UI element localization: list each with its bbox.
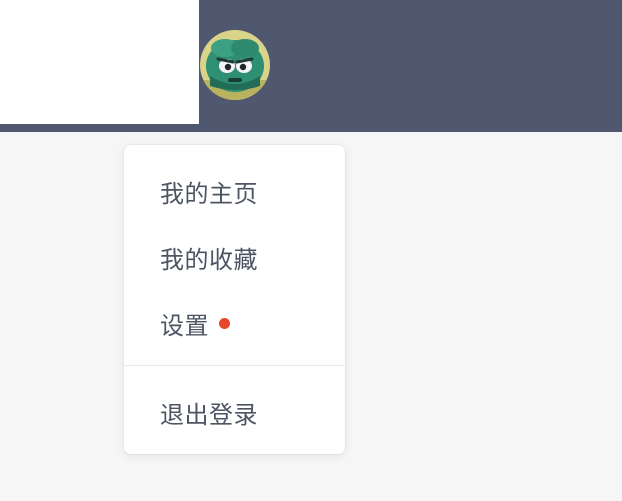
logout-label: 退出登录	[160, 400, 258, 429]
menu-item-my-home[interactable]: 我的主页	[124, 169, 345, 213]
user-dropdown-menu: 我的主页 我的收藏 设置 退出登录	[124, 145, 345, 454]
header-left-panel	[0, 0, 199, 124]
menu-item-label: 设置	[160, 311, 209, 340]
menu-item-label: 我的主页	[160, 179, 258, 208]
notification-dot-icon	[219, 317, 230, 329]
menu-divider	[124, 365, 345, 366]
menu-item-settings[interactable]: 设置	[124, 301, 345, 345]
menu-item-label: 我的收藏	[160, 245, 258, 274]
user-avatar-icon	[200, 30, 270, 100]
logout-button[interactable]: 退出登录	[124, 390, 345, 434]
user-avatar[interactable]	[200, 30, 270, 100]
menu-item-my-favorites[interactable]: 我的收藏	[124, 235, 345, 279]
